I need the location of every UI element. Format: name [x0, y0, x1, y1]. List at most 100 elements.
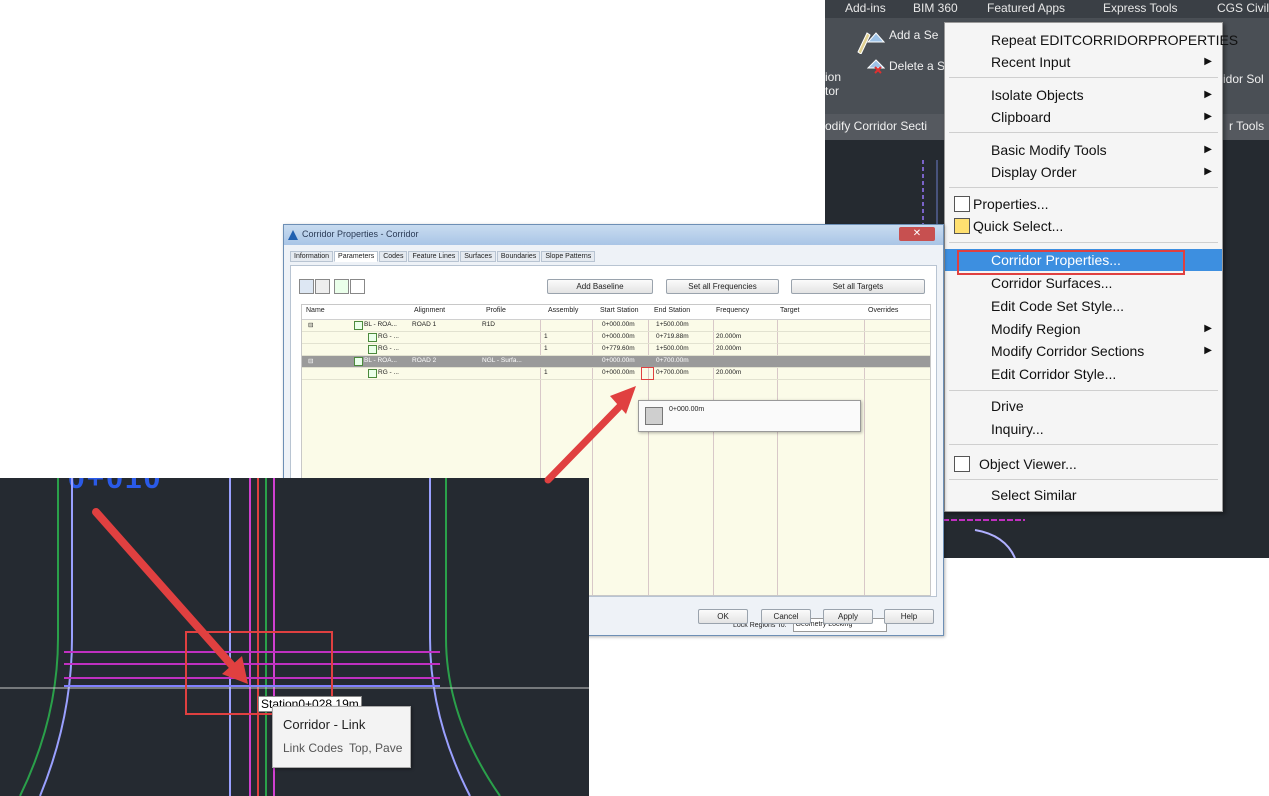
- menu-item-select-similar[interactable]: Select Similar: [945, 484, 1222, 506]
- menu-item-recent-input[interactable]: Recent Input ▶: [945, 51, 1222, 73]
- ribbon-left-label-2: tor: [825, 84, 840, 98]
- column-start-station[interactable]: Start Station: [600, 307, 639, 314]
- row-start-station: 0+000.00m: [602, 321, 635, 328]
- table-row[interactable]: RG - ... 1 0+000.00m 0+719.88m 20.000m: [302, 332, 930, 344]
- row-name: RG - ...: [378, 345, 399, 352]
- tab-bim360[interactable]: BIM 360: [913, 1, 958, 15]
- ok-button[interactable]: OK: [698, 609, 748, 624]
- civil3d-app-icon: [288, 230, 298, 240]
- menu-item-quick-select[interactable]: Quick Select...: [945, 215, 1222, 237]
- menu-item-display-order[interactable]: Display Order ▶: [945, 161, 1222, 183]
- tab-surfaces[interactable]: Surfaces: [460, 251, 496, 262]
- menu-item-drive[interactable]: Drive: [945, 395, 1222, 417]
- row-end-station: 1+500.00m: [656, 321, 689, 328]
- row-name: BL - ROA...: [364, 357, 397, 364]
- row-checkbox[interactable]: [354, 321, 363, 330]
- table-row[interactable]: ⊟ BL - ROA... ROAD 1 R1D 0+000.00m 1+500…: [302, 320, 930, 332]
- tab-codes[interactable]: Codes: [379, 251, 408, 262]
- submenu-arrow-icon: ▶: [1204, 345, 1212, 356]
- delete-section-label[interactable]: Delete a S: [889, 59, 945, 73]
- column-target[interactable]: Target: [780, 307, 799, 314]
- column-alignment[interactable]: Alignment: [414, 307, 445, 314]
- menu-item-label: Edit Corridor Style...: [991, 366, 1117, 382]
- menu-item-clipboard[interactable]: Clipboard ▶: [945, 106, 1222, 128]
- row-checkbox[interactable]: [368, 369, 377, 378]
- row-alignment: ROAD 2: [412, 357, 437, 364]
- menu-separator: [949, 77, 1218, 78]
- tab-information[interactable]: Information: [290, 251, 334, 262]
- menu-item-label: Modify Region: [991, 321, 1081, 337]
- column-frequency[interactable]: Frequency: [716, 307, 749, 314]
- tab-parameters[interactable]: Parameters: [334, 251, 379, 262]
- column-profile[interactable]: Profile: [486, 307, 506, 314]
- tab-slope-patterns[interactable]: Slope Patterns: [541, 251, 596, 262]
- menu-item-label: Clipboard: [991, 109, 1051, 125]
- column-name[interactable]: Name: [306, 307, 325, 314]
- menu-item-basic-modify-tools[interactable]: Basic Modify Tools ▶: [945, 139, 1222, 161]
- menu-item-label: Display Order: [991, 164, 1077, 180]
- column-overrides[interactable]: Overrides: [868, 307, 898, 314]
- tab-boundaries[interactable]: Boundaries: [496, 251, 541, 262]
- table-row[interactable]: RG - ... 1 0+000.00m 0+700.00m 20.000m: [302, 368, 930, 380]
- callout-arrow: [544, 386, 636, 484]
- menu-item-inquiry[interactable]: Inquiry...: [945, 418, 1222, 440]
- set-all-targets-button[interactable]: Set all Targets: [791, 279, 925, 294]
- table-row[interactable]: RG - ... 1 0+779.60m 1+500.00m 20.000m: [302, 344, 930, 356]
- row-assembly: 1: [544, 345, 548, 352]
- menu-item-modify-region[interactable]: Modify Region ▶: [945, 318, 1222, 340]
- check-all-icon[interactable]: [334, 279, 349, 294]
- menu-item-label: Properties...: [973, 196, 1049, 212]
- tooltip-title: Corridor - Link: [283, 717, 366, 732]
- menu-item-label: Quick Select...: [973, 218, 1064, 234]
- uncheck-all-icon[interactable]: [350, 279, 365, 294]
- menu-separator: [949, 187, 1218, 188]
- menu-item-label: Object Viewer...: [979, 456, 1077, 472]
- expand-all-icon[interactable]: [299, 279, 314, 294]
- properties-icon: [954, 196, 970, 212]
- row-start-station: 0+779.60m: [602, 345, 635, 352]
- menu-item-repeat[interactable]: Repeat EDITCORRIDORPROPERTIES: [945, 29, 1238, 51]
- add-baseline-button[interactable]: Add Baseline: [547, 279, 653, 294]
- menu-item-properties[interactable]: Properties...: [945, 193, 1222, 215]
- menu-item-corridor-surfaces[interactable]: Corridor Surfaces...: [945, 272, 1222, 294]
- tree-toggle-icon[interactable]: ⊟: [308, 357, 313, 365]
- menu-item-edit-corridor-style[interactable]: Edit Corridor Style...: [945, 363, 1222, 385]
- menu-separator: [949, 132, 1218, 133]
- menu-item-label: Drive: [991, 398, 1024, 414]
- row-frequency: 20.000m: [716, 369, 742, 376]
- row-checkbox[interactable]: [368, 345, 377, 354]
- assembly-icon: [645, 407, 663, 425]
- menu-item-label: Basic Modify Tools: [991, 142, 1107, 158]
- column-end-station[interactable]: End Station: [654, 307, 690, 314]
- column-assembly[interactable]: Assembly: [548, 307, 578, 314]
- menu-item-object-viewer[interactable]: Object Viewer...: [945, 453, 1222, 475]
- table-row-selected[interactable]: ⊟ BL - ROA... ROAD 2 NGL - Surfa... 0+00…: [302, 356, 930, 368]
- add-section-label[interactable]: Add a Se: [889, 28, 938, 42]
- close-button[interactable]: ✕: [899, 227, 935, 241]
- set-all-frequencies-button[interactable]: Set all Frequencies: [666, 279, 779, 294]
- tab-cgs-civil[interactable]: CGS Civil: [1217, 1, 1269, 15]
- tooltip-key: Link Codes: [283, 741, 344, 755]
- row-checkbox[interactable]: [354, 357, 363, 366]
- menu-separator: [949, 444, 1218, 445]
- dialog-tabs: Information Parameters Codes Feature Lines S…: [290, 251, 596, 265]
- tab-express-tools[interactable]: Express Tools: [1103, 1, 1177, 15]
- tree-toggle-icon[interactable]: ⊟: [308, 321, 313, 329]
- tab-featured-apps[interactable]: Featured Apps: [987, 1, 1065, 15]
- submenu-arrow-icon: ▶: [1204, 144, 1212, 155]
- tab-feature-lines[interactable]: Feature Lines: [408, 251, 460, 262]
- menu-item-modify-corridor-sections[interactable]: Modify Corridor Sections ▶: [945, 340, 1222, 362]
- model-space-bottom: 0+010 Station0+028.19m Corridor - Link L…: [0, 478, 589, 796]
- ribbon-right-label: idor Sol: [1223, 72, 1264, 86]
- row-checkbox[interactable]: [368, 333, 377, 342]
- help-button[interactable]: Help: [884, 609, 934, 624]
- row-name: RG - ...: [378, 333, 399, 340]
- collapse-all-icon[interactable]: [315, 279, 330, 294]
- apply-button[interactable]: Apply: [823, 609, 873, 624]
- cancel-button[interactable]: Cancel: [761, 609, 811, 624]
- menu-item-edit-code-set-style[interactable]: Edit Code Set Style...: [945, 295, 1222, 317]
- row-frequency: 20.000m: [716, 345, 742, 352]
- row-end-station: 0+719.88m: [656, 333, 689, 340]
- menu-item-isolate-objects[interactable]: Isolate Objects ▶: [945, 84, 1222, 106]
- tab-add-ins[interactable]: Add-ins: [845, 1, 886, 15]
